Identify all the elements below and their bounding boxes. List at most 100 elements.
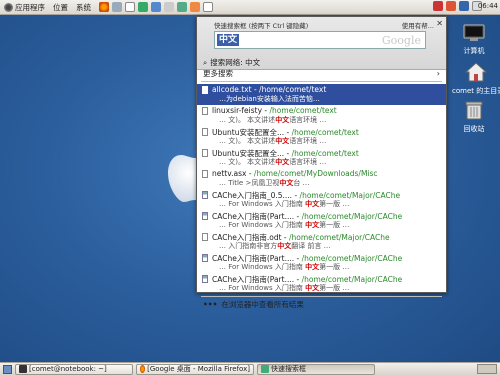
clock[interactable]: 06:44 bbox=[478, 2, 498, 10]
terminal-launcher-icon[interactable] bbox=[138, 2, 148, 12]
result-snippet: … For Windows 入门指南 中文第一版 … bbox=[219, 283, 349, 293]
menu-system[interactable]: 系统 bbox=[72, 2, 95, 13]
task-terminal[interactable]: [comet@notebook: ~] bbox=[15, 363, 133, 375]
snippet-text: 语言环境 … bbox=[289, 137, 327, 145]
snippet-text: … 入门指南非官方 bbox=[219, 242, 278, 250]
update-icon[interactable] bbox=[433, 1, 443, 11]
home-folder-icon bbox=[464, 62, 488, 82]
result-separator: - bbox=[262, 106, 270, 115]
snippet-text: 第一版 … bbox=[319, 221, 350, 229]
result-item[interactable]: CAChe入门指南.odt - /home/comet/Major/CAChe…… bbox=[197, 231, 446, 252]
snippet-text: … For Windows 入门指南 bbox=[219, 200, 306, 208]
snippet-text: …为debian安装 bbox=[219, 95, 271, 103]
show-desktop-icon[interactable] bbox=[3, 364, 12, 374]
result-item[interactable]: CAChe入门指南(Part.... - /home/comet/Major/C… bbox=[197, 252, 446, 273]
result-title-line: allcode.txt - /home/comet/text bbox=[212, 85, 326, 94]
snippet-text: 翻译 前言 … bbox=[291, 242, 331, 250]
text-launcher-icon[interactable] bbox=[203, 2, 213, 12]
search-web-item[interactable]: ⌕ 搜索网络: 中文 bbox=[197, 57, 446, 68]
snippet-highlight: 中文 bbox=[275, 158, 290, 166]
task-quick-search[interactable]: 快速搜索框 bbox=[257, 363, 375, 375]
result-item[interactable]: allcode.txt - /home/comet/text …为debian安装… bbox=[197, 84, 446, 105]
divider bbox=[201, 81, 442, 82]
task-firefox[interactable]: [Google 桌面 - Mozilla Firefox] bbox=[136, 363, 254, 375]
snippet-text: 语言环境 … bbox=[289, 158, 327, 166]
snippet-highlight: 中文 bbox=[275, 137, 290, 145]
chat-launcher-icon[interactable] bbox=[151, 2, 161, 12]
popup-title: 快速搜索框 (按两下 Ctrl 键隐藏) bbox=[214, 22, 309, 30]
result-snippet: … 文)。 本文讲述中文语言环境 … bbox=[219, 136, 326, 146]
search-input[interactable]: 中文 Google bbox=[214, 31, 426, 49]
network-icon[interactable] bbox=[459, 1, 469, 11]
result-snippet: … 入门指南非官方中文翻译 前言 … bbox=[219, 241, 331, 251]
desktop-icon-trash[interactable]: 回收站 bbox=[452, 100, 496, 134]
bottom-panel: [comet@notebook: ~] [Google 桌面 - Mozilla… bbox=[0, 362, 500, 375]
popup-help-link[interactable]: 使用有帮... bbox=[402, 20, 434, 30]
image-document-icon bbox=[202, 254, 208, 262]
alert-icon[interactable] bbox=[446, 1, 456, 11]
media-launcher-icon[interactable] bbox=[190, 2, 200, 12]
result-separator: - bbox=[246, 169, 254, 178]
result-item[interactable]: linuxsir-feisty - /home/comet/text… 文)。 … bbox=[197, 105, 446, 126]
editor-launcher-icon[interactable] bbox=[125, 2, 135, 12]
result-snippet: … For Windows 入门指南 中文第一版 … bbox=[219, 220, 349, 230]
snippet-highlight: 中文 bbox=[277, 242, 292, 250]
view-all-results-label: 在浏览器中查看所有结果 bbox=[221, 300, 304, 309]
mail-launcher-icon[interactable] bbox=[112, 2, 122, 12]
snippet-highlight: 中文 bbox=[305, 200, 320, 208]
task-terminal-label: [comet@notebook: ~] bbox=[29, 365, 107, 373]
result-snippet: … For Windows 入门指南 中文第一版 … bbox=[219, 199, 349, 209]
snippet-highlight: 中文 bbox=[305, 263, 320, 271]
result-item[interactable]: CAChe入门指南_0.5.... - /home/comet/Major/CA… bbox=[197, 189, 446, 210]
snippet-text: … For Windows 入门指南 bbox=[219, 263, 306, 271]
snippet-text: 输入法而苦恼… bbox=[270, 95, 320, 103]
image-document-icon bbox=[202, 212, 208, 220]
result-item[interactable]: Ubuntu安装配置全... - /home/comet/text… 文)。 本… bbox=[197, 126, 446, 147]
menu-places-label: 位置 bbox=[53, 2, 68, 12]
workspace-switcher[interactable] bbox=[477, 364, 497, 374]
menu-system-label: 系统 bbox=[76, 2, 91, 12]
close-icon[interactable]: ✕ bbox=[436, 19, 443, 28]
music-launcher-icon[interactable] bbox=[177, 2, 187, 12]
image-document-icon bbox=[202, 191, 208, 199]
document-icon bbox=[202, 86, 208, 94]
volume-launcher-icon[interactable] bbox=[164, 2, 174, 12]
document-icon bbox=[202, 107, 208, 115]
snippet-text: … 文)。 本文讲述 bbox=[219, 158, 276, 166]
document-icon bbox=[202, 149, 208, 157]
result-separator: - bbox=[251, 85, 260, 94]
snippet-text: 第一版 … bbox=[319, 263, 350, 271]
quick-search-popup: 快速搜索框 (按两下 Ctrl 键隐藏) 使用有帮... ✕ 中文 Google… bbox=[196, 16, 447, 309]
desktop-icon-home-label: comet 的主目录 bbox=[452, 87, 500, 95]
google-logo: Google bbox=[381, 34, 421, 47]
result-item[interactable]: CAChe入门指南(Part.... - /home/comet/Major/C… bbox=[197, 273, 446, 294]
menu-applications[interactable]: 应用程序 bbox=[0, 2, 49, 13]
more-search-item[interactable]: 更多搜索 › bbox=[197, 68, 446, 79]
snippet-text: … For Windows 入门指南 bbox=[219, 284, 306, 292]
snippet-text: … For Windows 入门指南 bbox=[219, 221, 306, 229]
menu-places[interactable]: 位置 bbox=[49, 2, 72, 13]
result-item[interactable]: Ubuntu安装配置全... - /home/comet/text… 文)。 本… bbox=[197, 147, 446, 168]
result-item[interactable]: nettv.asx - /home/comet/MyDownloads/Misc… bbox=[197, 168, 446, 189]
terminal-icon bbox=[19, 365, 27, 373]
snippet-text: … 文)。 本文讲述 bbox=[219, 137, 276, 145]
result-item[interactable]: CAChe入门指南(Part.... - /home/comet/Major/C… bbox=[197, 210, 446, 231]
result-snippet: … 文)。 本文讲述中文语言环境 … bbox=[219, 115, 326, 125]
snippet-highlight: 中文 bbox=[275, 116, 290, 124]
desktop-icon-computer[interactable]: 计算机 bbox=[452, 24, 496, 56]
view-all-results-item[interactable]: ••• 在浏览器中查看所有结果 bbox=[197, 299, 446, 310]
snippet-highlight: 中文 bbox=[305, 284, 320, 292]
document-icon bbox=[202, 170, 208, 178]
result-snippet: … 文)。 本文讲述中文语言环境 … bbox=[219, 157, 326, 167]
menu-applications-label: 应用程序 bbox=[15, 2, 45, 12]
more-dots: ••• bbox=[203, 300, 218, 309]
more-search-label: 更多搜索 bbox=[203, 69, 233, 78]
result-name: allcode.txt bbox=[212, 85, 252, 94]
result-snippet: …为debian安装输入法而苦恼… bbox=[219, 94, 320, 104]
firefox-launcher-icon[interactable] bbox=[99, 2, 109, 12]
result-name: nettv.asx bbox=[212, 169, 247, 178]
snippet-highlight: 中文 bbox=[305, 221, 320, 229]
document-icon bbox=[202, 128, 208, 136]
snippet-highlight: 中文 bbox=[279, 179, 294, 187]
desktop-icon-home[interactable]: comet 的主目录 bbox=[452, 62, 500, 96]
